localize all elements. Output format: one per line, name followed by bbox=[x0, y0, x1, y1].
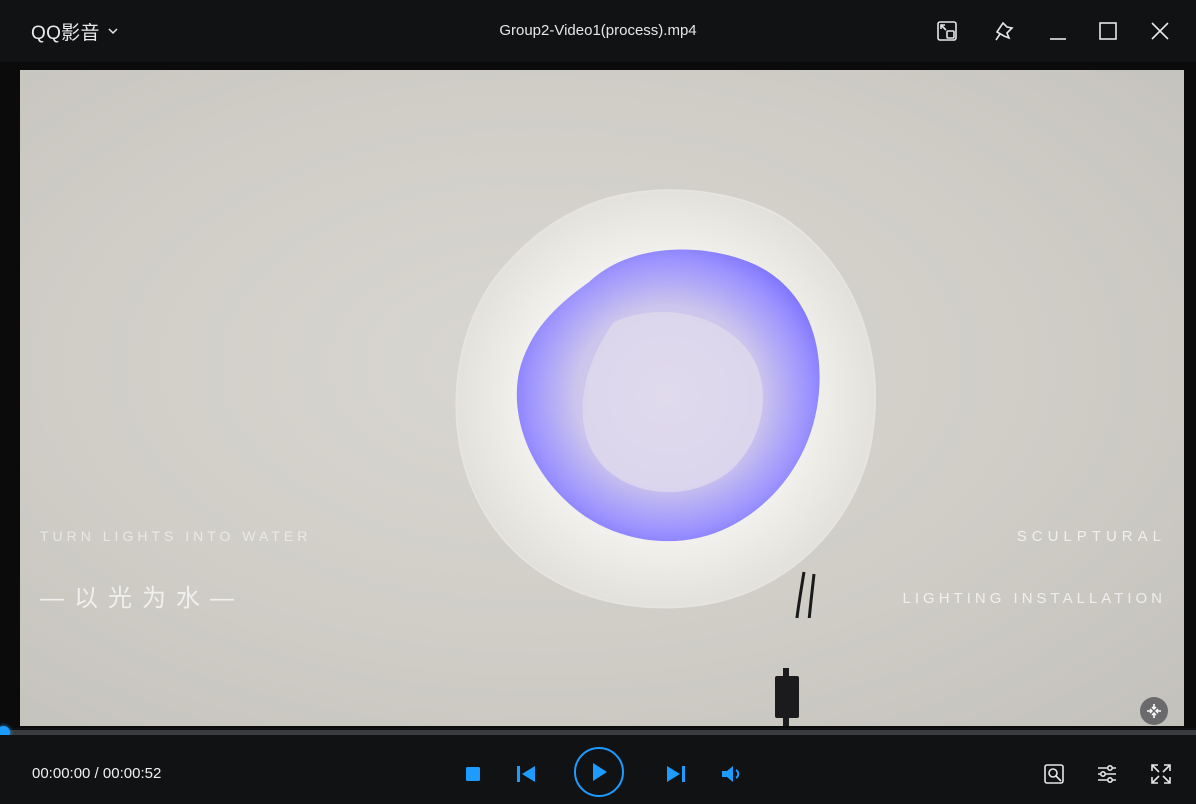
close-button[interactable] bbox=[1146, 17, 1174, 45]
volume-button[interactable] bbox=[719, 762, 745, 786]
pin-button[interactable] bbox=[990, 17, 1018, 45]
mini-mode-button[interactable] bbox=[933, 17, 961, 45]
video-frame: TURN LIGHTS INTO WATER —以光为水— SCULPTURAL… bbox=[0, 62, 1196, 728]
fullscreen-button[interactable] bbox=[1147, 760, 1175, 788]
app-menu-button[interactable]: QQ影音 bbox=[31, 19, 120, 44]
skip-next-icon bbox=[667, 766, 685, 782]
settings-button[interactable] bbox=[1093, 760, 1121, 788]
collapse-button[interactable] bbox=[1140, 697, 1168, 725]
app-brand-name: QQ影音 bbox=[31, 22, 100, 44]
skip-previous-icon bbox=[517, 766, 535, 782]
settings-sliders-icon bbox=[1098, 764, 1116, 784]
chevron-down-icon bbox=[108, 28, 118, 35]
time-separator: / bbox=[90, 765, 103, 782]
duration: 00:00:52 bbox=[102, 765, 162, 782]
close-icon bbox=[1151, 22, 1169, 40]
minimize-icon bbox=[1050, 38, 1066, 40]
video-content-sculpture bbox=[455, 189, 876, 618]
maximize-button[interactable] bbox=[1094, 17, 1122, 45]
mini-mode-icon bbox=[937, 21, 957, 41]
stop-icon bbox=[466, 767, 480, 781]
current-time: 00:00:00 bbox=[32, 765, 91, 782]
overlay-text-right-1: SCULPTURAL bbox=[1016, 528, 1166, 545]
toolbox-icon bbox=[1044, 764, 1064, 784]
overlay-text-left-en: TURN LIGHTS INTO WATER bbox=[40, 528, 312, 544]
control-bar: 00:00:00 / 00:00:52 bbox=[0, 735, 1196, 804]
play-icon bbox=[593, 763, 607, 781]
play-button[interactable] bbox=[574, 747, 624, 797]
stop-button[interactable] bbox=[462, 763, 484, 785]
time-display: 00:00:00 / 00:00:52 bbox=[32, 765, 161, 782]
volume-icon bbox=[722, 766, 740, 782]
video-viewport[interactable]: TURN LIGHTS INTO WATER —以光为水— SCULPTURAL… bbox=[20, 70, 1184, 726]
collapse-icon bbox=[1147, 704, 1161, 718]
file-title: Group2-Video1(process).mp4 bbox=[499, 22, 697, 39]
toolbox-button[interactable] bbox=[1040, 760, 1068, 788]
next-button[interactable] bbox=[664, 762, 688, 786]
pin-icon bbox=[995, 21, 1014, 41]
maximize-icon bbox=[1099, 22, 1117, 40]
title-bar: QQ影音 Group2-Video1(process).mp4 bbox=[0, 0, 1196, 62]
overlay-text-right-2: LIGHTING INSTALLATION bbox=[902, 590, 1166, 607]
fullscreen-icon bbox=[1151, 764, 1171, 784]
previous-button[interactable] bbox=[514, 762, 538, 786]
power-adapter-graphic bbox=[775, 668, 799, 726]
overlay-text-left-cn: —以光为水— bbox=[40, 585, 244, 612]
minimize-button[interactable] bbox=[1044, 17, 1072, 45]
